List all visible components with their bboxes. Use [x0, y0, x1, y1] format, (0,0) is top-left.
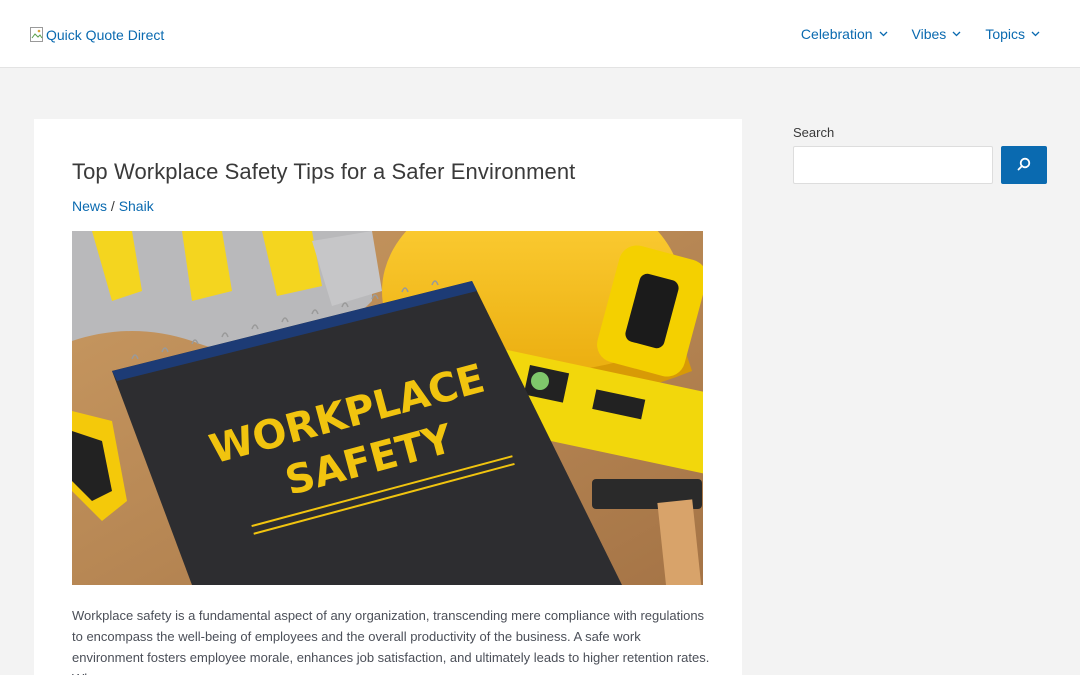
- chevron-down-icon: [879, 31, 888, 37]
- chevron-down-icon: [1031, 31, 1040, 37]
- search-form: [793, 146, 1047, 184]
- primary-nav: Celebration Vibes Topics: [801, 26, 1040, 42]
- search-icon: [1017, 157, 1031, 174]
- sidebar: Search: [793, 125, 1047, 184]
- search-button[interactable]: [1001, 146, 1047, 184]
- meta-separator: /: [107, 198, 119, 214]
- author-link[interactable]: Shaik: [119, 198, 154, 214]
- nav-item-topics[interactable]: Topics: [985, 26, 1040, 42]
- nav-item-vibes[interactable]: Vibes: [912, 26, 962, 42]
- article-card: Top Workplace Safety Tips for a Safer En…: [34, 119, 742, 675]
- article-body: Workplace safety is a fundamental aspect…: [72, 608, 710, 675]
- broken-image-icon: [30, 27, 44, 43]
- search-input[interactable]: [793, 146, 993, 184]
- nav-item-label: Topics: [985, 26, 1025, 42]
- chevron-down-icon: [952, 31, 961, 37]
- nav-item-label: Vibes: [911, 26, 947, 42]
- featured-image: WORKPLACE SAFETY: [72, 231, 703, 585]
- search-label: Search: [793, 125, 835, 140]
- nav-item-celebration[interactable]: Celebration: [801, 26, 888, 42]
- article-meta: News / Shaik: [72, 198, 154, 214]
- site-header: Quick Quote Direct Celebration Vibes Top…: [0, 0, 1080, 68]
- article-title: Top Workplace Safety Tips for a Safer En…: [72, 159, 576, 184]
- category-link[interactable]: News: [72, 198, 107, 214]
- site-logo-alt-text: Quick Quote Direct: [46, 27, 165, 43]
- site-logo-link[interactable]: Quick Quote Direct: [30, 27, 164, 43]
- nav-item-label: Celebration: [800, 26, 873, 42]
